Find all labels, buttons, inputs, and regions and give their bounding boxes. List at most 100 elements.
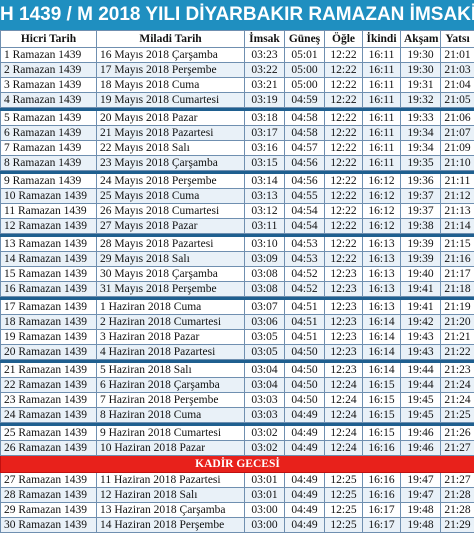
column-header-ikindi: İkindi — [363, 31, 401, 48]
table-row: 1 Ramazan 143916 Mayıs 2018 Çarşamba03:2… — [1, 48, 474, 63]
column-header-aksam: Akşam — [401, 31, 441, 48]
imsakiye-sheet: H 1439 / M 2018 YILI DİYARBAKIR RAMAZAN … — [0, 0, 474, 522]
table-row: 20 Ramazan 14394 Haziran 2018 Pazartesi0… — [1, 345, 474, 360]
table-cell: 21:14 — [441, 219, 474, 234]
table-cell: 26 Ramazan 1439 — [1, 441, 97, 456]
table-cell: 12:25 — [325, 473, 363, 488]
table-cell: 28 Mayıs 2018 Pazartesi — [97, 237, 245, 252]
table-cell: 16:15 — [363, 408, 401, 423]
table-cell: 04:50 — [285, 393, 325, 408]
table-row: 17 Ramazan 14391 Haziran 2018 Cuma03:070… — [1, 300, 474, 315]
table-cell: 12:25 — [325, 518, 363, 533]
table-cell: 03:03 — [245, 408, 285, 423]
table-cell: 24 Mayıs 2018 Perşembe — [97, 174, 245, 189]
table-cell: 04:51 — [285, 330, 325, 345]
table-cell: 12:22 — [325, 93, 363, 108]
table-cell: 04:56 — [285, 156, 325, 171]
table-cell: 12:22 — [325, 126, 363, 141]
table-cell: 04:58 — [285, 111, 325, 126]
table-cell: 29 Mayıs 2018 Salı — [97, 252, 245, 267]
table-cell: 16:13 — [363, 300, 401, 315]
table-cell: 19:48 — [401, 518, 441, 533]
table-cell: 16:11 — [363, 48, 401, 63]
table-cell: 21:20 — [441, 315, 474, 330]
table-cell: 12:22 — [325, 111, 363, 126]
table-cell: 16:14 — [363, 315, 401, 330]
table-cell: 12:23 — [325, 282, 363, 297]
table-cell: 05:00 — [285, 78, 325, 93]
table-cell: 16:17 — [363, 518, 401, 533]
table-cell: 04:55 — [285, 189, 325, 204]
table-cell: 04:54 — [285, 204, 325, 219]
table-cell: 3 Haziran 2018 Pazar — [97, 330, 245, 345]
table-cell: 19:47 — [401, 473, 441, 488]
table-cell: 21:11 — [441, 174, 474, 189]
table-cell: 04:49 — [285, 518, 325, 533]
table-cell: 18 Ramazan 1439 — [1, 315, 97, 330]
table-body-after: 27 Ramazan 143911 Haziran 2018 Pazartesi… — [1, 473, 474, 533]
table-row: 13 Ramazan 143928 Mayıs 2018 Pazartesi03… — [1, 237, 474, 252]
table-cell: 16:13 — [363, 282, 401, 297]
table-cell: 03:13 — [245, 189, 285, 204]
table-cell: 21:18 — [441, 282, 474, 297]
table-cell: 16:12 — [363, 204, 401, 219]
table-cell: 03:00 — [245, 503, 285, 518]
table-cell: 12 Haziran 2018 Salı — [97, 488, 245, 503]
table-cell: 04:49 — [285, 441, 325, 456]
table-cell: 03:04 — [245, 363, 285, 378]
table-cell: 12:24 — [325, 393, 363, 408]
table-cell: 9 Haziran 2018 Cumartesi — [97, 426, 245, 441]
table-cell: 21:01 — [441, 48, 474, 63]
table-cell: 04:50 — [285, 345, 325, 360]
table-cell: 5 Ramazan 1439 — [1, 111, 97, 126]
table-cell: 13 Ramazan 1439 — [1, 237, 97, 252]
table-cell: 12:25 — [325, 503, 363, 518]
table-cell: 12:22 — [325, 252, 363, 267]
table-cell: 03:10 — [245, 237, 285, 252]
header-row: Hicri Tarih Miladi Tarih İmsak Güneş Öğl… — [1, 31, 474, 48]
table-cell: 19:44 — [401, 378, 441, 393]
table-cell: 21:12 — [441, 189, 474, 204]
table-cell: 27 Ramazan 1439 — [1, 473, 97, 488]
table-cell: 03:23 — [245, 48, 285, 63]
table-cell: 19:30 — [401, 63, 441, 78]
table-cell: 12:22 — [325, 237, 363, 252]
table-cell: 30 Mayıs 2018 Çarşamba — [97, 267, 245, 282]
table-cell: 04:49 — [285, 473, 325, 488]
table-row: 26 Ramazan 143910 Haziran 2018 Pazar03:0… — [1, 441, 474, 456]
table-row: 29 Ramazan 143913 Haziran 2018 Çarşamba0… — [1, 503, 474, 518]
table-cell: 12 Ramazan 1439 — [1, 219, 97, 234]
table-cell: 03:03 — [245, 393, 285, 408]
table-cell: 04:50 — [285, 363, 325, 378]
timetable: Hicri Tarih Miladi Tarih İmsak Güneş Öğl… — [0, 30, 474, 533]
table-cell: 03:07 — [245, 300, 285, 315]
table-row: 12 Ramazan 143927 Mayıs 2018 Pazar03:110… — [1, 219, 474, 234]
table-cell: 21:28 — [441, 488, 474, 503]
table-cell: 19:45 — [401, 408, 441, 423]
table-cell: 21 Mayıs 2018 Pazartesi — [97, 126, 245, 141]
table-cell: 19:43 — [401, 330, 441, 345]
table-cell: 19:47 — [401, 488, 441, 503]
table-cell: 03:02 — [245, 441, 285, 456]
table-cell: 21:24 — [441, 378, 474, 393]
table-cell: 27 Mayıs 2018 Pazar — [97, 219, 245, 234]
table-cell: 19:36 — [401, 174, 441, 189]
table-cell: 14 Haziran 2018 Perşembe — [97, 518, 245, 533]
table-cell: 16:11 — [363, 78, 401, 93]
table-cell: 4 Ramazan 1439 — [1, 93, 97, 108]
table-cell: 19:48 — [401, 503, 441, 518]
table-row: 24 Ramazan 14398 Haziran 2018 Cuma03:030… — [1, 408, 474, 423]
table-cell: 03:01 — [245, 488, 285, 503]
table-cell: 6 Ramazan 1439 — [1, 126, 97, 141]
table-cell: 23 Mayıs 2018 Çarşamba — [97, 156, 245, 171]
table-cell: 22 Ramazan 1439 — [1, 378, 97, 393]
table-cell: 12:24 — [325, 378, 363, 393]
table-cell: 16:11 — [363, 93, 401, 108]
table-cell: 19:40 — [401, 267, 441, 282]
table-cell: 04:58 — [285, 126, 325, 141]
table-cell: 03:02 — [245, 426, 285, 441]
table-cell: 21:16 — [441, 252, 474, 267]
table-cell: 19:30 — [401, 48, 441, 63]
table-row: 27 Ramazan 143911 Haziran 2018 Pazartesi… — [1, 473, 474, 488]
table-row: 7 Ramazan 143922 Mayıs 2018 Salı03:1604:… — [1, 141, 474, 156]
